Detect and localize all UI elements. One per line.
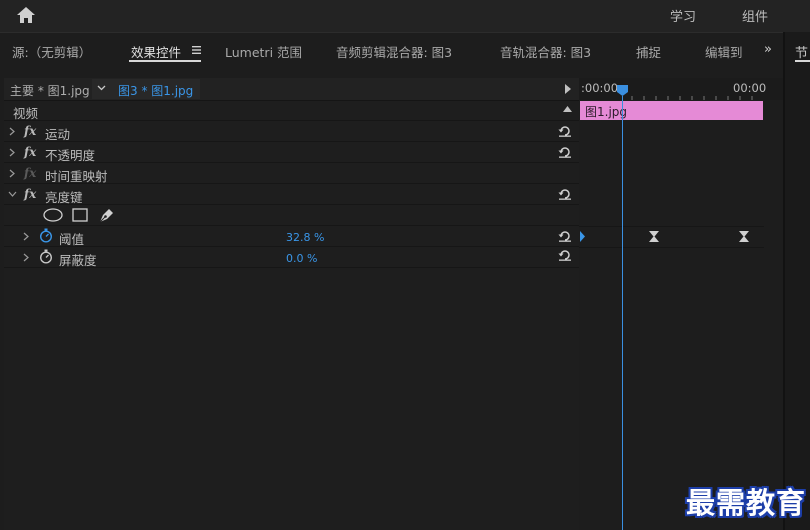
param-label-cutoff: 屏蔽度 [59, 253, 97, 268]
playhead-handle-icon[interactable] [617, 85, 628, 96]
reset-icon[interactable] [558, 125, 572, 137]
effect-row[interactable] [4, 184, 579, 205]
fx-icon[interactable]: fx [24, 166, 36, 180]
tab-right-panel[interactable]: 节 [795, 42, 808, 61]
tab-lumetri-scopes[interactable]: Lumetri 范围 [225, 42, 302, 61]
effect-label-opacity: 不透明度 [45, 148, 96, 163]
reset-icon[interactable] [558, 188, 572, 200]
section-video-row [4, 100, 579, 121]
timecode-end: 00:00 [733, 81, 767, 95]
playhead-line[interactable] [622, 96, 623, 530]
watermark-logo: 最需教育 [686, 486, 807, 520]
nav-learn[interactable]: 学习 [670, 6, 696, 25]
sequence-clip-label[interactable]: 图3 * 图1.jpg [118, 82, 193, 99]
mask-tools-row [4, 205, 579, 226]
panel-menu-icon[interactable] [192, 46, 201, 54]
chevron-right-icon[interactable] [9, 148, 15, 157]
play-triangle-icon[interactable] [565, 84, 571, 94]
keyframe-timeline[interactable] [579, 78, 783, 530]
right-panel [783, 32, 810, 530]
fx-icon[interactable]: fx [24, 145, 36, 159]
ellipse-mask-icon[interactable] [43, 208, 63, 222]
effect-label-motion: 运动 [45, 127, 71, 142]
reset-icon[interactable] [558, 146, 572, 158]
keyframe-track-threshold[interactable] [579, 226, 764, 248]
fx-icon[interactable]: fx [24, 187, 36, 201]
stopwatch-icon[interactable] [39, 249, 53, 264]
tab-audio-track-mixer[interactable]: 音轨混合器: 图3 [500, 42, 591, 61]
master-clip-label[interactable]: 主要 * 图1.jpg [10, 82, 90, 99]
chevron-down-icon[interactable] [97, 85, 106, 91]
tab-edit-to-tape[interactable]: 编辑到 [705, 42, 743, 61]
tab-overflow-button[interactable]: » [764, 42, 772, 57]
ruler-ticks [631, 96, 753, 100]
effect-label-time-remap: 时间重映射 [45, 169, 108, 184]
tab-capture[interactable]: 捕捉 [636, 42, 661, 61]
tab-effect-controls[interactable]: 效果控件 [131, 42, 181, 61]
home-icon[interactable] [16, 5, 36, 25]
clip-label: 图1.jpg [585, 105, 628, 119]
clip-header-bar [4, 78, 579, 101]
timecode-start: :00:00 [581, 81, 619, 95]
tab-audio-clip-mixer[interactable]: 音频剪辑混合器: 图3 [336, 42, 452, 61]
right-tab-indicator [795, 60, 810, 62]
pen-tool-icon[interactable] [98, 207, 115, 223]
chevron-down-icon[interactable] [8, 191, 17, 197]
chevron-right-icon[interactable] [23, 232, 29, 241]
threshold-value[interactable]: 32.8 % [286, 231, 324, 244]
tab-source[interactable]: 源:（无剪辑） [12, 42, 91, 61]
collapse-up-icon[interactable] [563, 106, 572, 112]
section-label: 视频 [13, 106, 39, 121]
keyframe-icon[interactable] [579, 231, 589, 242]
effect-label-luma-key: 亮度键 [45, 190, 83, 205]
active-tab-indicator [129, 60, 201, 62]
reset-icon[interactable] [558, 230, 572, 242]
cutoff-value[interactable]: 0.0 % [286, 252, 317, 265]
keyframe-icon[interactable] [649, 231, 659, 242]
chevron-right-icon[interactable] [23, 253, 29, 262]
reset-icon[interactable] [558, 249, 572, 261]
rectangle-mask-icon[interactable] [72, 208, 88, 222]
param-label-threshold: 阈值 [59, 232, 85, 247]
keyframe-icon[interactable] [739, 231, 749, 242]
nav-assembly[interactable]: 组件 [742, 6, 768, 25]
chevron-right-icon[interactable] [9, 169, 15, 178]
fx-icon[interactable]: fx [24, 124, 36, 138]
effect-row[interactable] [4, 121, 579, 142]
stopwatch-icon[interactable] [39, 228, 53, 243]
chevron-right-icon[interactable] [9, 127, 15, 136]
